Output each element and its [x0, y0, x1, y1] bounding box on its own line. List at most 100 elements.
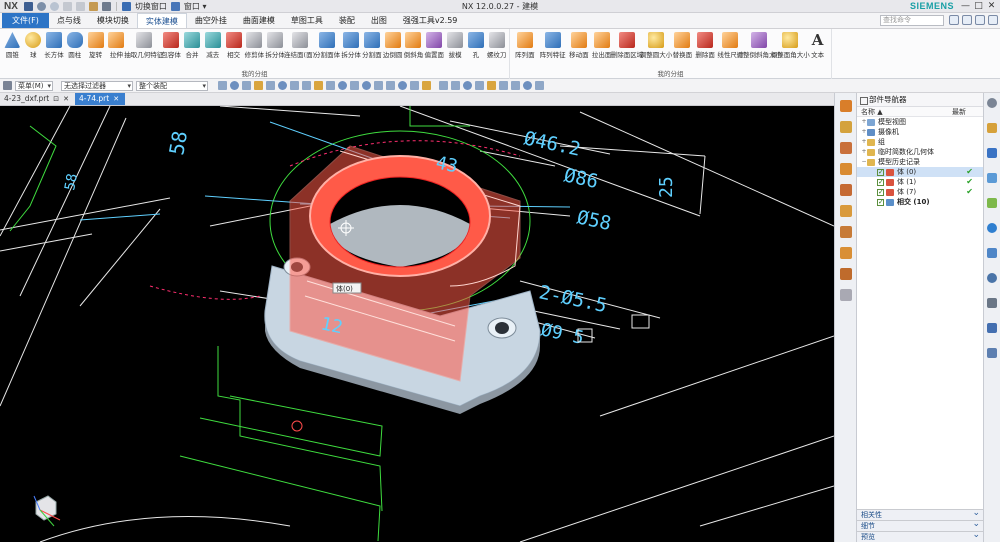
- line-icon[interactable]: [326, 81, 335, 90]
- wrap-body-button[interactable]: 包容体: [161, 31, 182, 59]
- resize-face-button[interactable]: 调整面角大小: [771, 31, 810, 59]
- nav-item-body-1[interactable]: 体 (1) ✔: [857, 177, 983, 187]
- link-body-button[interactable]: 连结面(面): [284, 31, 315, 59]
- screenshot-icon[interactable]: [987, 348, 997, 358]
- web-browser-icon[interactable]: [840, 205, 852, 217]
- quadrant-icon[interactable]: [410, 81, 419, 90]
- maximize-button[interactable]: □: [972, 0, 985, 12]
- checkbox[interactable]: [877, 177, 884, 187]
- nav-item-body-7[interactable]: 体 (7) ✔: [857, 187, 983, 197]
- close-tab-icon[interactable]: ✕: [113, 93, 119, 105]
- manufacturing-wizard-icon[interactable]: [840, 289, 852, 301]
- cut-icon[interactable]: [62, 1, 72, 11]
- layer-icon[interactable]: [511, 81, 520, 90]
- split-face-2-button[interactable]: 分割面: [361, 31, 382, 59]
- palette-icon[interactable]: [987, 198, 997, 208]
- assembly-navigator-icon[interactable]: [840, 121, 852, 133]
- delete-face-2-button[interactable]: 删除面: [694, 31, 717, 59]
- roles-icon[interactable]: [840, 226, 852, 238]
- flip-icon[interactable]: [987, 148, 997, 158]
- settings-icon[interactable]: [987, 98, 997, 108]
- view-icon[interactable]: [439, 81, 448, 90]
- type-filter-dropdown[interactable]: 无选择过滤器: [61, 80, 133, 91]
- circle-icon[interactable]: [362, 81, 371, 90]
- tab-surface-modeling[interactable]: 曲面建模: [235, 13, 283, 28]
- checkbox[interactable]: [877, 197, 884, 207]
- tab-drafting[interactable]: 出图: [363, 13, 395, 28]
- split-body-button[interactable]: 修剪体: [244, 31, 265, 59]
- pen-icon[interactable]: [987, 298, 997, 308]
- edge-blend-button[interactable]: 边倒圆: [382, 31, 403, 59]
- menu-dropdown[interactable]: 菜单(M): [15, 80, 53, 91]
- undo-icon[interactable]: [36, 1, 46, 11]
- draft-button[interactable]: 拔模: [445, 31, 466, 59]
- unite-button[interactable]: 合并: [182, 31, 203, 59]
- snap-point-icon[interactable]: [230, 81, 239, 90]
- snap-icon[interactable]: [218, 81, 227, 90]
- sketch-icon[interactable]: [314, 81, 323, 90]
- select-icon[interactable]: [242, 81, 251, 90]
- curve-icon[interactable]: [302, 81, 311, 90]
- subtract-button[interactable]: 减去: [202, 31, 223, 59]
- preview-panel[interactable]: 预览: [857, 530, 984, 542]
- help-icon[interactable]: [988, 15, 998, 25]
- details-panel[interactable]: 细节: [857, 519, 984, 531]
- shell-button[interactable]: 拆分体: [265, 31, 286, 59]
- tab-assembly[interactable]: 装配: [331, 13, 363, 28]
- reset-icon[interactable]: [987, 248, 997, 258]
- resize-blend-button[interactable]: 调整圆大小: [640, 31, 672, 59]
- web-icon[interactable]: [987, 223, 997, 233]
- close-tab-icon[interactable]: ✕: [63, 93, 69, 105]
- nav-item-temporary-geometry[interactable]: + 临时简数化几何体: [857, 147, 983, 157]
- constraint-navigator-icon[interactable]: [840, 142, 852, 154]
- nav-item-model-history[interactable]: − 模型历史记录: [857, 157, 983, 167]
- thread-button[interactable]: 螺纹刀: [486, 31, 507, 59]
- chamfer-button[interactable]: 倒斜角: [403, 31, 424, 59]
- trim-body-button[interactable]: 相交: [223, 31, 244, 59]
- part-navigator-icon[interactable]: [840, 100, 852, 112]
- graphics-window[interactable]: 58 58 Ø46.2 43 Ø86 25 Ø58 2-Ø5.5 Ø9 5 12…: [0, 106, 834, 542]
- menu-icon[interactable]: [3, 81, 12, 90]
- render-style-icon[interactable]: [487, 81, 496, 90]
- nav-item-cameras[interactable]: + 摄像机: [857, 127, 983, 137]
- checkbox[interactable]: [877, 167, 884, 177]
- nav-item-body-0[interactable]: 体 (0) ✔: [857, 167, 983, 177]
- paste-icon[interactable]: [88, 1, 98, 11]
- revolve-button[interactable]: 旋转: [85, 31, 106, 59]
- tab-solid-modeling[interactable]: 实体建模: [136, 13, 187, 28]
- window-menu-label[interactable]: 窗口 ▾: [184, 1, 207, 12]
- history-icon[interactable]: [840, 184, 852, 196]
- offset-face-button[interactable]: 偏置面: [424, 31, 445, 59]
- center-icon[interactable]: [398, 81, 407, 90]
- ribbon-collapse-icon[interactable]: [975, 15, 985, 25]
- pull-face-button[interactable]: 拉出面: [590, 31, 613, 59]
- process-studio-icon[interactable]: [840, 268, 852, 280]
- window-icon[interactable]: [170, 1, 180, 11]
- replace-face-button[interactable]: 替换面: [671, 31, 694, 59]
- redo-icon[interactable]: [49, 1, 59, 11]
- repeat-command-icon[interactable]: [101, 1, 111, 11]
- doc-tab-4-74[interactable]: 4-74.prt ✕: [74, 93, 126, 105]
- cone-button[interactable]: 圆锥: [2, 31, 23, 59]
- resize-chamfer-button[interactable]: 调整倒斜角大小: [736, 31, 782, 59]
- cylinder-button[interactable]: 圆柱: [64, 31, 85, 59]
- delete-face-button[interactable]: 删除面区域: [611, 31, 643, 59]
- hole-button[interactable]: 孔: [465, 31, 486, 59]
- copy-icon[interactable]: [75, 1, 85, 11]
- tab-module-switch[interactable]: 模块切换: [89, 13, 137, 28]
- face-icon[interactable]: [266, 81, 275, 90]
- split-body-2-button[interactable]: 拆分体: [341, 31, 362, 59]
- command-search-input[interactable]: 查找命令: [880, 15, 944, 26]
- split-face-button[interactable]: 分割面体: [314, 31, 341, 59]
- roles-2-icon[interactable]: [987, 323, 997, 333]
- edge-icon[interactable]: [278, 81, 287, 90]
- tab-file[interactable]: 文件(F): [2, 13, 49, 28]
- point-icon[interactable]: [374, 81, 383, 90]
- switch-window-label[interactable]: 切换窗口: [135, 1, 167, 12]
- array-face-button[interactable]: 阵列面: [512, 31, 538, 59]
- show-hide-icon[interactable]: [523, 81, 532, 90]
- sphere-button[interactable]: 球: [23, 31, 44, 59]
- tool-icon[interactable]: [987, 123, 997, 133]
- tab-enhanced-tools[interactable]: 强强工具v2.59: [395, 13, 466, 28]
- array-feature-button[interactable]: 阵列特征: [538, 31, 568, 59]
